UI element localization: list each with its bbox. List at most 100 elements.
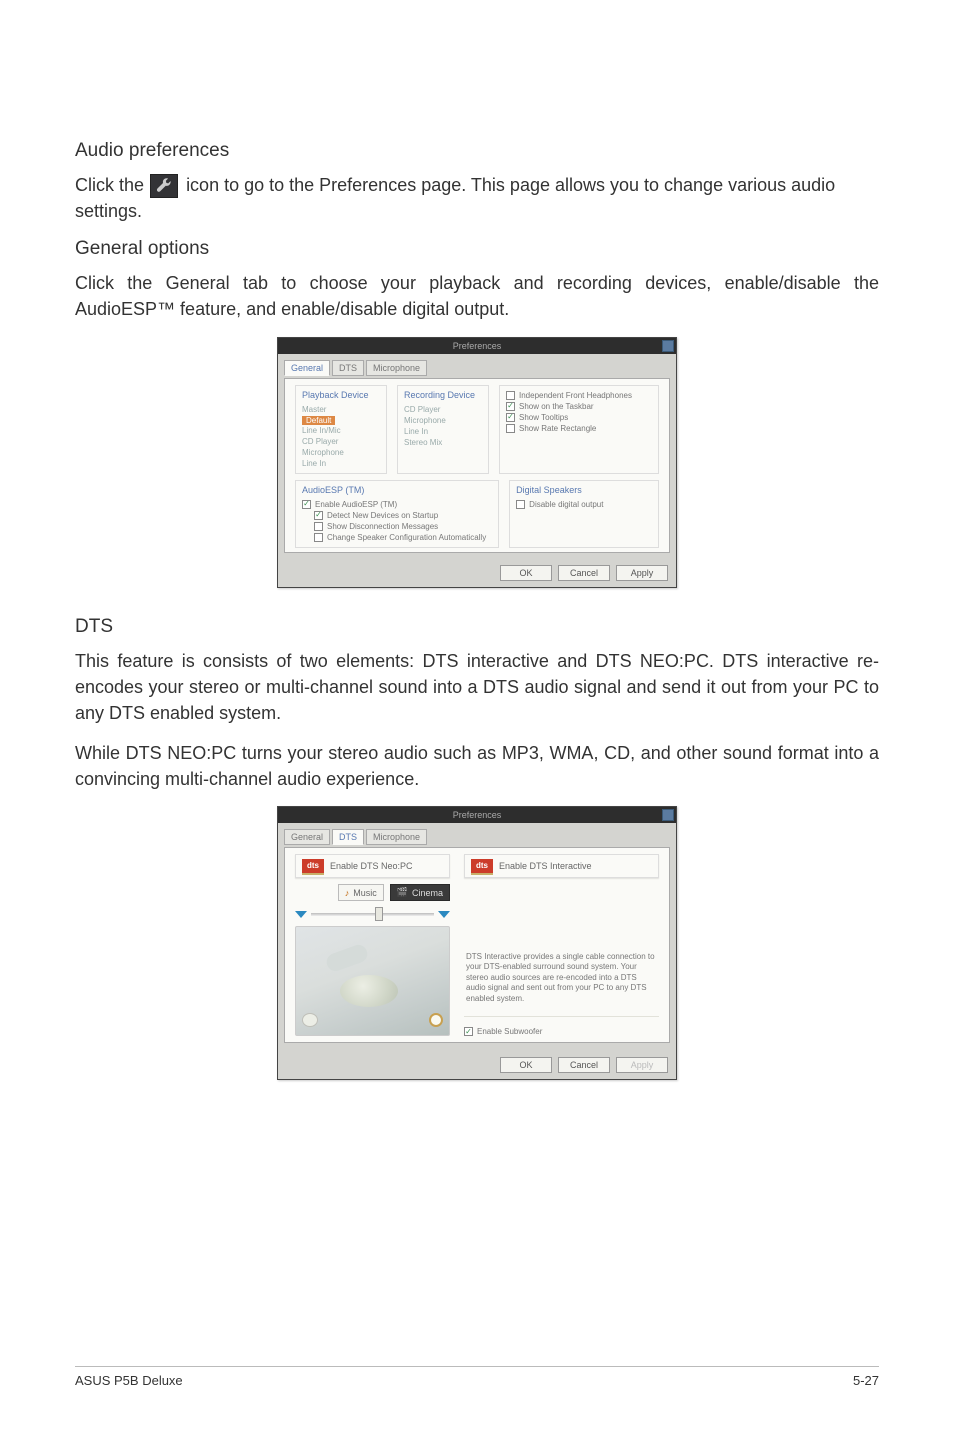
list-item[interactable]: Master <box>302 404 380 415</box>
ok-button[interactable]: OK <box>500 565 552 581</box>
dialog-title: Preferences <box>453 810 502 820</box>
dts-logo-icon: dts <box>471 859 493 873</box>
check-label: Show Rate Rectangle <box>519 424 596 433</box>
page-footer: ASUS P5B Deluxe 5-27 <box>75 1366 879 1388</box>
music-label: Music <box>353 888 377 898</box>
check-label: Detect New Devices on Startup <box>327 511 438 520</box>
tab-microphone[interactable]: Microphone <box>366 829 427 845</box>
music-button[interactable]: ♪ Music <box>338 884 384 901</box>
tab-general[interactable]: General <box>284 360 330 376</box>
recording-device-group: Recording Device CD Player Microphone Li… <box>397 385 489 474</box>
para-audio-prefs: Click the icon to go to the Preferences … <box>75 172 879 224</box>
checkbox-icon[interactable] <box>302 500 311 509</box>
tab-dts[interactable]: DTS <box>332 360 364 376</box>
checkbox-icon[interactable] <box>506 402 515 411</box>
cinema-icon: 🎬 <box>397 887 408 898</box>
apply-button[interactable]: Apply <box>616 565 668 581</box>
para-dts-1: This feature is consists of two elements… <box>75 648 879 726</box>
cancel-button[interactable]: Cancel <box>558 1057 610 1073</box>
dialog-titlebar: Preferences <box>278 338 676 354</box>
checkbox-icon[interactable] <box>516 500 525 509</box>
dts-right-column: dts Enable DTS Interactive DTS Interacti… <box>464 854 659 1036</box>
check-row[interactable]: Show Disconnection Messages <box>302 521 492 532</box>
list-item[interactable]: Microphone <box>404 415 482 426</box>
heading-audio-preferences: Audio preferences <box>75 140 879 162</box>
checkbox-icon[interactable] <box>506 391 515 400</box>
tab-general[interactable]: General <box>284 829 330 845</box>
cinema-button[interactable]: 🎬 Cinema <box>390 884 450 901</box>
tab-microphone[interactable]: Microphone <box>366 360 427 376</box>
check-label: Show Disconnection Messages <box>327 522 438 531</box>
check-label: Show on the Taskbar <box>519 402 594 411</box>
apply-button[interactable]: Apply <box>616 1057 668 1073</box>
dts-logo-icon: dts <box>302 859 324 873</box>
close-icon[interactable] <box>662 809 674 821</box>
dialog-titlebar: Preferences <box>278 807 676 823</box>
list-item[interactable]: CD Player <box>404 404 482 415</box>
check-row[interactable]: Disable digital output <box>516 499 652 510</box>
check-label: Change Speaker Configuration Automatical… <box>327 533 486 542</box>
checkbox-icon[interactable] <box>314 511 323 520</box>
list-item[interactable]: Line In <box>302 458 380 469</box>
list-item[interactable]: CD Player <box>302 436 380 447</box>
dialog-title: Preferences <box>453 341 502 351</box>
enable-interactive-row[interactable]: dts Enable DTS Interactive <box>464 854 659 878</box>
dts-description: DTS Interactive provides a single cable … <box>464 952 659 1006</box>
slider-thumb[interactable] <box>375 907 383 921</box>
check-row[interactable]: Show Rate Rectangle <box>506 423 652 434</box>
checkbox-icon[interactable] <box>464 1027 473 1036</box>
close-icon[interactable] <box>662 340 674 352</box>
tab-dts[interactable]: DTS <box>332 829 364 845</box>
music-icon: ♪ <box>345 888 350 898</box>
tab-row: General DTS Microphone <box>284 829 670 845</box>
heading-dts: DTS <box>75 616 879 638</box>
list-item[interactable]: Line In <box>404 426 482 437</box>
check-row[interactable]: Detect New Devices on Startup <box>302 510 492 521</box>
list-item[interactable]: Stereo Mix <box>404 437 482 448</box>
check-row[interactable]: Show on the Taskbar <box>506 401 652 412</box>
check-row[interactable]: Enable AudioESP (TM) <box>302 499 492 510</box>
ok-button[interactable]: OK <box>500 1057 552 1073</box>
heading-general-options: General options <box>75 238 879 260</box>
digital-speakers-group: Digital Speakers Disable digital output <box>509 480 659 548</box>
enable-neo-pc-row[interactable]: dts Enable DTS Neo:PC <box>295 854 450 878</box>
arrow-down-icon <box>295 911 307 918</box>
audio-esp-label: AudioESP (TM) <box>302 485 492 495</box>
playback-device-label: Playback Device <box>302 390 380 400</box>
slider-row[interactable] <box>295 911 450 918</box>
enable-subwoofer-row[interactable]: Enable Subwoofer <box>464 1027 659 1036</box>
checkbox-icon[interactable] <box>506 413 515 422</box>
check-row[interactable]: Independent Front Headphones <box>506 390 652 401</box>
enable-interactive-label: Enable DTS Interactive <box>499 861 592 871</box>
audio-esp-group: AudioESP (TM) Enable AudioESP (TM) Detec… <box>295 480 499 548</box>
list-item[interactable]: Default <box>302 416 335 425</box>
cancel-button[interactable]: Cancel <box>558 565 610 581</box>
enable-neo-pc-label: Enable DTS Neo:PC <box>330 861 413 871</box>
dts-left-column: dts Enable DTS Neo:PC ♪ Music 🎬 <box>295 854 450 1036</box>
digital-speakers-label: Digital Speakers <box>516 485 652 495</box>
footer-left: ASUS P5B Deluxe <box>75 1373 183 1388</box>
recording-device-label: Recording Device <box>404 390 482 400</box>
list-item[interactable]: Microphone <box>302 447 380 458</box>
check-label: Enable AudioESP (TM) <box>315 500 397 509</box>
mode-row: ♪ Music 🎬 Cinema <box>295 884 450 901</box>
slider-track[interactable] <box>311 913 434 916</box>
check-label: Independent Front Headphones <box>519 391 632 400</box>
para-general-desc: Click the General tab to choose your pla… <box>75 270 879 322</box>
list-item[interactable]: Line In/Mic <box>302 425 380 436</box>
preferences-dialog-general: Preferences General DTS Microphone Playb… <box>277 337 677 588</box>
playback-device-group: Playback Device Master Default Line In/M… <box>295 385 387 474</box>
footer-right: 5-27 <box>853 1373 879 1388</box>
check-label: Show Tooltips <box>519 413 568 422</box>
cinema-label: Cinema <box>412 888 443 898</box>
enable-subwoofer-label: Enable Subwoofer <box>477 1027 542 1036</box>
check-row[interactable]: Change Speaker Configuration Automatical… <box>302 532 492 543</box>
checkbox-icon[interactable] <box>314 522 323 531</box>
checkbox-icon[interactable] <box>314 533 323 542</box>
arrow-down-icon <box>438 911 450 918</box>
checkbox-icon[interactable] <box>506 424 515 433</box>
options-group: Independent Front Headphones Show on the… <box>499 385 659 474</box>
check-label: Disable digital output <box>529 500 603 509</box>
check-row[interactable]: Show Tooltips <box>506 412 652 423</box>
text-after-icon: icon to go to the Preferences page. This… <box>75 175 835 221</box>
